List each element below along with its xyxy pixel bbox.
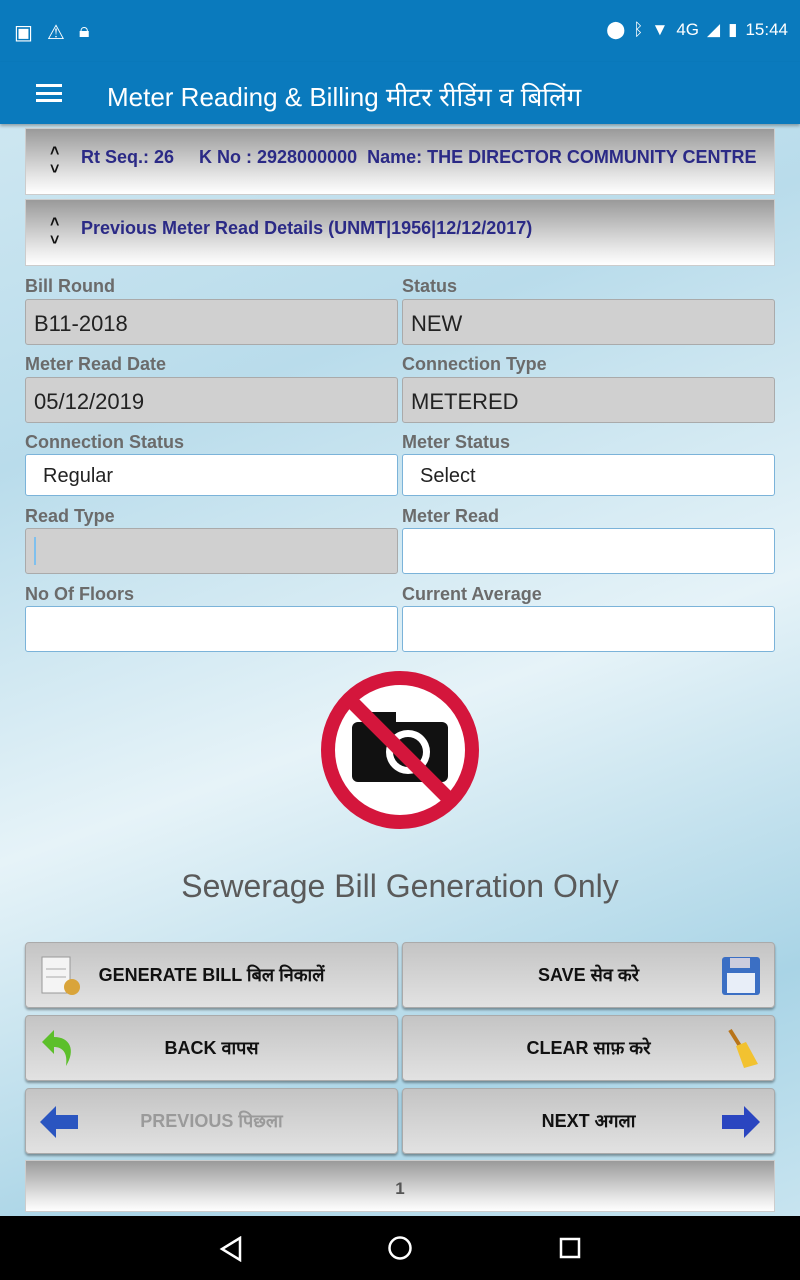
next-label: NEXT अगला [541, 1111, 636, 1131]
clear-button[interactable]: CLEAR साफ़ करे [402, 1015, 775, 1081]
bill-round-field: B11-2018 [25, 299, 398, 345]
lock-icon: 🔒︎ [78, 20, 90, 42]
read-type-label: Read Type [25, 506, 115, 526]
previous-read-text: Previous Meter Read Details (UNMT|1956|1… [81, 218, 533, 238]
back-nav-icon[interactable] [218, 1236, 244, 1262]
network-type: 4G [676, 20, 700, 39]
consumer-info-panel[interactable]: ˄ ˅ Rt Seq.: 26 K No : 2928000000 Name: T… [25, 128, 775, 195]
current-average-input[interactable] [402, 606, 775, 652]
text-caret [34, 537, 36, 565]
status-label: Status [402, 276, 458, 296]
no-of-floors-label: No Of Floors [25, 584, 134, 604]
meter-read-input[interactable] [402, 528, 775, 574]
right-arrow-icon [722, 1106, 760, 1138]
meter-status-label: Meter Status [402, 432, 511, 452]
status-bar: ▣ ⚠ 🔒︎ ⬤ ᛒ ▼ 4G ◢ ▮ 15:44 [0, 0, 800, 62]
page-title: Meter Reading & Billing मीटर रीडिंग व बि… [107, 82, 582, 112]
location-icon: ⬤ [606, 20, 626, 39]
generate-bill-button[interactable]: GENERATE BILL बिल निकालें [25, 942, 398, 1008]
no-of-floors-input[interactable] [25, 606, 398, 652]
app-toolbar: Meter Reading & Billing मीटर रीडिंग व बि… [0, 62, 800, 124]
recents-nav-icon[interactable] [559, 1237, 581, 1259]
floppy-disk-icon [722, 957, 760, 995]
meter-status-select[interactable]: Select [402, 454, 775, 496]
previous-label: PREVIOUS पिछला [140, 1111, 283, 1131]
back-label: BACK वापस [164, 1038, 259, 1058]
previous-read-panel[interactable]: ˄ ˅ Previous Meter Read Details (UNMT|195… [25, 199, 775, 266]
back-arrow-icon [42, 1030, 71, 1066]
no-camera-icon[interactable] [320, 670, 480, 830]
expand-collapse-icon[interactable]: ˄ ˅ [50, 143, 59, 179]
home-nav-icon[interactable] [387, 1235, 413, 1261]
previous-button[interactable]: PREVIOUS पिछला [25, 1088, 398, 1154]
clear-label: CLEAR साफ़ करे [526, 1038, 651, 1058]
broom-icon [728, 1028, 758, 1068]
clock: 15:44 [745, 20, 788, 39]
bill-icon [41, 956, 80, 995]
left-arrow-icon [40, 1106, 78, 1138]
connection-type-field: METERED [402, 377, 775, 423]
bluetooth-icon: ᛒ [633, 20, 644, 39]
connection-type-label: Connection Type [402, 354, 547, 374]
back-button[interactable]: BACK वापस [25, 1015, 398, 1081]
current-average-label: Current Average [402, 584, 542, 604]
status-field: NEW [402, 299, 775, 345]
battery-icon: ▮ [728, 20, 738, 39]
read-type-input[interactable] [25, 528, 398, 574]
page-indicator: 1 [25, 1160, 775, 1212]
sewerage-message: Sewerage Bill Generation Only [181, 868, 619, 904]
warning-icon: ⚠ [46, 22, 65, 44]
wifi-icon: ▼ [651, 20, 669, 39]
meter-read-date-label: Meter Read Date [25, 354, 167, 374]
connection-status-label: Connection Status [25, 432, 185, 452]
system-nav-bar [0, 1216, 800, 1280]
next-button[interactable]: NEXT अगला [402, 1088, 775, 1154]
meter-read-date-field: 05/12/2019 [25, 377, 398, 423]
signal-icon: ◢ [707, 20, 721, 39]
expand-collapse-icon[interactable]: ˄ ˅ [50, 214, 59, 250]
save-label: SAVE सेव करे [537, 965, 640, 985]
generate-bill-label: GENERATE BILL बिल निकालें [98, 965, 325, 985]
hamburger-menu-icon[interactable] [36, 84, 62, 102]
save-button[interactable]: SAVE सेव करे [402, 942, 775, 1008]
bill-round-label: Bill Round [25, 276, 115, 296]
image-icon: ▣ [14, 22, 33, 44]
meter-read-label: Meter Read [402, 506, 500, 526]
connection-status-select[interactable]: Regular [25, 454, 398, 496]
consumer-info-text: Rt Seq.: 26 K No : 2928000000 Name: THE … [81, 147, 757, 167]
